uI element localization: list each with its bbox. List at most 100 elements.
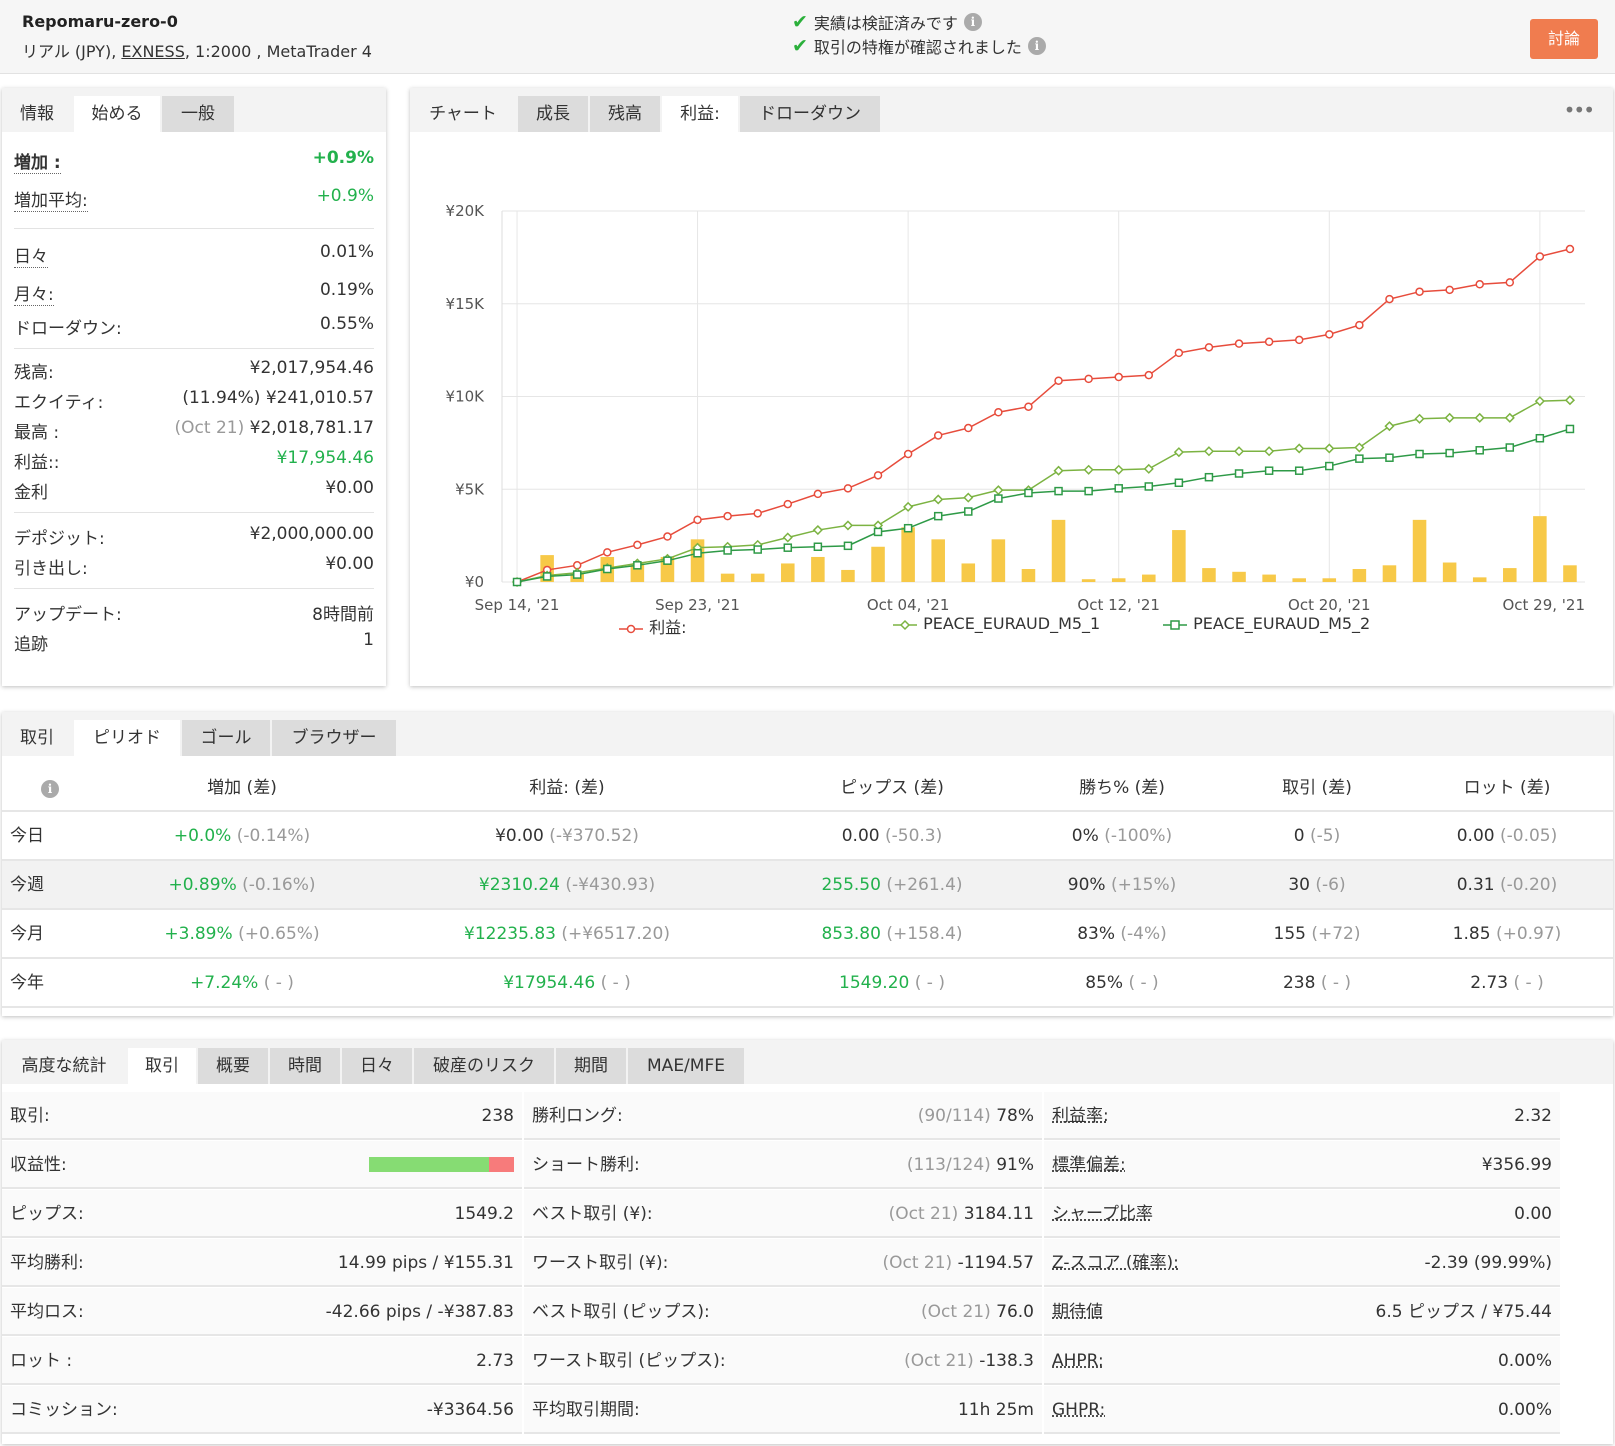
tab-balance[interactable]: 残高 [590,96,660,132]
tab-trades[interactable]: 取引 [2,720,72,756]
series-point [1055,377,1062,384]
divider [14,348,374,349]
stat-row: 標準偏差: ¥356.99 [1044,1141,1560,1189]
bar-mark [1473,577,1487,582]
series-point [1476,281,1483,288]
period-pips-value: 255.50 [821,875,880,895]
stat-label: 取引: [10,1092,50,1140]
series-point [604,549,611,556]
info-icon[interactable]: i [1028,37,1046,55]
series-point [1325,444,1333,452]
stat-value: 0.00% [1498,1351,1552,1371]
y-tick-label: ¥0 [465,573,484,591]
series-point [1205,447,1213,455]
period-profit-cell: ¥0.00 (-¥370.52) [422,812,712,860]
series-point [694,516,701,523]
stat-label: 平均取引期間: [532,1386,640,1434]
stat-value: 3184.11 [964,1204,1034,1224]
withdrawals-value: ¥0.00 [325,554,374,574]
tab-browser[interactable]: ブラウザー [272,720,396,756]
tab-general[interactable]: 一般 [162,96,234,132]
series-point [664,557,671,564]
tab-growth[interactable]: 成長 [518,96,588,132]
series-point [904,503,912,511]
tab-profit[interactable]: 利益: [662,96,738,132]
stat-value-group: 1549.2 [455,1190,514,1238]
withdrawals-row: 引き出し: ¥0.00 [14,554,374,578]
tab-start[interactable]: 始める [74,96,160,132]
period-lots-cell: 1.85 (+0.97) [1387,910,1615,958]
tab-daily[interactable]: 日々 [342,1048,412,1084]
legend-series-2[interactable]: PEACE_EURAUD_M5_2 [1162,614,1370,633]
tab-info[interactable]: 情報 [2,96,72,132]
period-win-value: 90% [1068,875,1106,895]
advanced-stats-panel: 高度な統計 取引 概要 時間 日々 破産のリスク 期間 MAE/MFE 取引: 2… [2,1040,1613,1444]
period-profit-value: ¥2310.24 [479,875,560,895]
legend-series-1[interactable]: PEACE_EURAUD_M5_1 [892,614,1100,633]
tab-hours[interactable]: 時間 [270,1048,340,1084]
period-pips-value: 1549.20 [839,973,909,993]
balance-row: 残高: ¥2,017,954.46 [14,358,374,382]
stat-value: 78% [996,1106,1034,1126]
equity-row: エクイティ: (11.94%) ¥241,010.57 [14,388,374,412]
series-point [1506,279,1513,286]
tab-summary[interactable]: 概要 [198,1048,268,1084]
gain-value: +0.9% [313,148,374,168]
chart-tabs: チャート 成長 残高 利益: ドローダウン ••• [410,88,1613,132]
tab-advanced-stats[interactable]: 高度な統計 [2,1048,126,1084]
tab-risk-of-ruin[interactable]: 破産のリスク [414,1048,554,1084]
period-pips-value: 853.80 [821,924,880,944]
avg-gain-value: +0.9% [317,186,374,206]
info-panel: 情報 始める 一般 増加 : +0.9% 増加平均: +0.9% 日々 0.01… [2,88,386,686]
period-profit-diff: ( - ) [601,973,631,993]
more-options-icon[interactable]: ••• [1564,98,1593,122]
account-type: リアル (JPY), [22,42,116,61]
tab-chart[interactable]: チャート [410,96,516,132]
legend-profit[interactable]: 利益: [618,614,687,638]
stat-label: ベスト取引 (ピップス): [532,1288,710,1336]
period-win-diff: (-4%) [1120,924,1166,944]
period-profit-diff: (-¥430.93) [565,875,655,895]
profit-value: ¥17,954.46 [277,448,374,468]
header-lots: ロット (差) [1407,764,1607,812]
stat-row: ベスト取引 (¥): (Oct 21) 3184.11 [524,1190,1042,1238]
stat-label: ワースト取引 (¥): [532,1239,668,1287]
bar-mark [1563,565,1577,582]
stat-value: -2.39 (99.99%) [1425,1253,1552,1273]
tracking-label: 追跡 [14,630,48,655]
series-point [1175,349,1182,356]
period-win-diff: (-100%) [1104,826,1172,846]
tab-mae-mfe[interactable]: MAE/MFE [628,1048,744,1084]
tab-period[interactable]: ピリオド [74,720,180,756]
info-icon[interactable]: i [964,13,982,31]
stat-value-group: (Oct 21) 3184.11 [889,1190,1034,1238]
broker-link[interactable]: EXNESS [121,42,184,61]
stat-value-group: -2.39 (99.99%) [1425,1239,1552,1287]
stat-value-group: 0.00% [1498,1337,1552,1385]
discuss-button[interactable]: 討論 [1530,19,1598,59]
series-point [1386,454,1393,461]
stat-row: シャープ比率 0.00 [1044,1190,1560,1238]
series-point [634,541,641,548]
series-point [1055,467,1063,475]
series-point [574,571,581,578]
period-pips-cell: 255.50 (+261.4) [772,861,1012,909]
tab-trades[interactable]: 取引 [128,1048,196,1084]
period-gain-cell: +7.24% ( - ) [122,959,362,1007]
tab-duration[interactable]: 期間 [556,1048,626,1084]
divider [14,228,374,229]
stat-label: シャープ比率 [1052,1190,1153,1238]
series-point [604,566,611,573]
stat-value-group: 6.5 ピップス / ¥75.44 [1376,1288,1552,1336]
series-point [1566,246,1573,253]
tab-drawdown[interactable]: ドローダウン [740,96,880,132]
info-icon[interactable]: i [38,764,62,812]
period-pips-cell: 0.00 (-50.3) [772,812,1012,860]
period-pips-cell: 853.80 (+158.4) [772,910,1012,958]
legend-label: 利益: [649,618,686,637]
stat-row: GHPR: 0.00% [1044,1386,1560,1434]
account-name: Repomaru-zero-0 [22,12,178,31]
series-point [1145,465,1153,473]
tab-goals[interactable]: ゴール [182,720,270,756]
stat-row: ワースト取引 (¥): (Oct 21) -1194.57 [524,1239,1042,1287]
